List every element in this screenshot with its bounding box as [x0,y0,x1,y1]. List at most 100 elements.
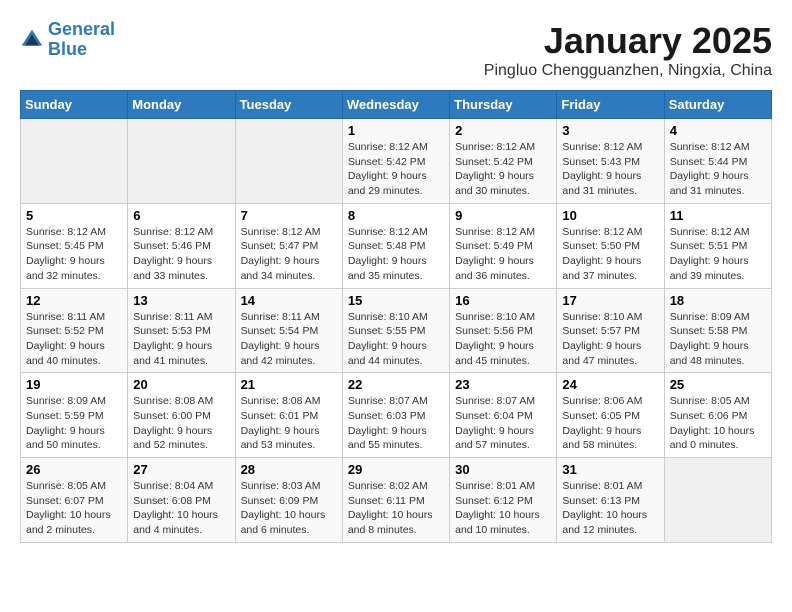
day-number: 1 [348,123,444,138]
day-number: 13 [133,293,229,308]
day-info: Sunrise: 8:01 AMSunset: 6:12 PMDaylight:… [455,479,551,538]
calendar-cell: 27 Sunrise: 8:04 AMSunset: 6:08 PMDaylig… [128,458,235,543]
calendar-cell: 31 Sunrise: 8:01 AMSunset: 6:13 PMDaylig… [557,458,664,543]
day-info: Sunrise: 8:01 AMSunset: 6:13 PMDaylight:… [562,479,658,538]
day-info: Sunrise: 8:07 AMSunset: 6:04 PMDaylight:… [455,394,551,453]
day-number: 27 [133,462,229,477]
calendar-title: January 2025 [484,20,772,62]
calendar-cell: 9 Sunrise: 8:12 AMSunset: 5:49 PMDayligh… [450,203,557,288]
calendar-cell: 28 Sunrise: 8:03 AMSunset: 6:09 PMDaylig… [235,458,342,543]
calendar-cell: 6 Sunrise: 8:12 AMSunset: 5:46 PMDayligh… [128,203,235,288]
day-number: 26 [26,462,122,477]
calendar-week-row: 19 Sunrise: 8:09 AMSunset: 5:59 PMDaylig… [21,373,772,458]
calendar-week-row: 1 Sunrise: 8:12 AMSunset: 5:42 PMDayligh… [21,119,772,204]
calendar-cell: 14 Sunrise: 8:11 AMSunset: 5:54 PMDaylig… [235,288,342,373]
weekday-header: Sunday [21,91,128,119]
day-info: Sunrise: 8:12 AMSunset: 5:51 PMDaylight:… [670,225,766,284]
calendar-cell: 23 Sunrise: 8:07 AMSunset: 6:04 PMDaylig… [450,373,557,458]
weekday-header: Thursday [450,91,557,119]
calendar-week-row: 5 Sunrise: 8:12 AMSunset: 5:45 PMDayligh… [21,203,772,288]
weekday-header: Monday [128,91,235,119]
day-number: 22 [348,377,444,392]
calendar-cell: 7 Sunrise: 8:12 AMSunset: 5:47 PMDayligh… [235,203,342,288]
day-number: 12 [26,293,122,308]
weekday-header-row: SundayMondayTuesdayWednesdayThursdayFrid… [21,91,772,119]
day-info: Sunrise: 8:11 AMSunset: 5:54 PMDaylight:… [241,310,337,369]
day-info: Sunrise: 8:12 AMSunset: 5:44 PMDaylight:… [670,140,766,199]
weekday-header: Friday [557,91,664,119]
day-number: 28 [241,462,337,477]
day-info: Sunrise: 8:12 AMSunset: 5:46 PMDaylight:… [133,225,229,284]
calendar-subtitle: Pingluo Chengguanzhen, Ningxia, China [484,62,772,80]
day-number: 19 [26,377,122,392]
day-info: Sunrise: 8:05 AMSunset: 6:07 PMDaylight:… [26,479,122,538]
logo-text: General Blue [48,20,115,60]
calendar-cell: 26 Sunrise: 8:05 AMSunset: 6:07 PMDaylig… [21,458,128,543]
calendar-cell: 30 Sunrise: 8:01 AMSunset: 6:12 PMDaylig… [450,458,557,543]
day-number: 31 [562,462,658,477]
calendar-week-row: 12 Sunrise: 8:11 AMSunset: 5:52 PMDaylig… [21,288,772,373]
calendar-cell: 4 Sunrise: 8:12 AMSunset: 5:44 PMDayligh… [664,119,771,204]
day-number: 5 [26,208,122,223]
day-number: 2 [455,123,551,138]
calendar-cell: 3 Sunrise: 8:12 AMSunset: 5:43 PMDayligh… [557,119,664,204]
calendar-cell: 1 Sunrise: 8:12 AMSunset: 5:42 PMDayligh… [342,119,449,204]
day-info: Sunrise: 8:12 AMSunset: 5:42 PMDaylight:… [455,140,551,199]
day-info: Sunrise: 8:05 AMSunset: 6:06 PMDaylight:… [670,394,766,453]
day-number: 8 [348,208,444,223]
calendar-cell: 21 Sunrise: 8:08 AMSunset: 6:01 PMDaylig… [235,373,342,458]
day-number: 9 [455,208,551,223]
day-number: 16 [455,293,551,308]
day-info: Sunrise: 8:09 AMSunset: 5:59 PMDaylight:… [26,394,122,453]
page-header: General Blue January 2025 Pingluo Chengg… [20,20,772,80]
calendar-table: SundayMondayTuesdayWednesdayThursdayFrid… [20,90,772,543]
day-info: Sunrise: 8:12 AMSunset: 5:42 PMDaylight:… [348,140,444,199]
day-info: Sunrise: 8:10 AMSunset: 5:57 PMDaylight:… [562,310,658,369]
day-number: 11 [670,208,766,223]
weekday-header: Tuesday [235,91,342,119]
calendar-cell: 13 Sunrise: 8:11 AMSunset: 5:53 PMDaylig… [128,288,235,373]
calendar-cell: 24 Sunrise: 8:06 AMSunset: 6:05 PMDaylig… [557,373,664,458]
day-info: Sunrise: 8:08 AMSunset: 6:00 PMDaylight:… [133,394,229,453]
calendar-cell: 17 Sunrise: 8:10 AMSunset: 5:57 PMDaylig… [557,288,664,373]
calendar-cell: 12 Sunrise: 8:11 AMSunset: 5:52 PMDaylig… [21,288,128,373]
day-info: Sunrise: 8:06 AMSunset: 6:05 PMDaylight:… [562,394,658,453]
logo-icon [20,28,44,52]
day-info: Sunrise: 8:11 AMSunset: 5:52 PMDaylight:… [26,310,122,369]
day-info: Sunrise: 8:12 AMSunset: 5:50 PMDaylight:… [562,225,658,284]
day-number: 7 [241,208,337,223]
calendar-cell: 22 Sunrise: 8:07 AMSunset: 6:03 PMDaylig… [342,373,449,458]
day-number: 17 [562,293,658,308]
day-number: 3 [562,123,658,138]
calendar-cell: 18 Sunrise: 8:09 AMSunset: 5:58 PMDaylig… [664,288,771,373]
day-info: Sunrise: 8:12 AMSunset: 5:49 PMDaylight:… [455,225,551,284]
day-info: Sunrise: 8:11 AMSunset: 5:53 PMDaylight:… [133,310,229,369]
day-info: Sunrise: 8:08 AMSunset: 6:01 PMDaylight:… [241,394,337,453]
day-info: Sunrise: 8:07 AMSunset: 6:03 PMDaylight:… [348,394,444,453]
calendar-cell: 25 Sunrise: 8:05 AMSunset: 6:06 PMDaylig… [664,373,771,458]
calendar-cell [664,458,771,543]
calendar-cell: 15 Sunrise: 8:10 AMSunset: 5:55 PMDaylig… [342,288,449,373]
day-number: 15 [348,293,444,308]
logo: General Blue [20,20,115,60]
calendar-cell: 11 Sunrise: 8:12 AMSunset: 5:51 PMDaylig… [664,203,771,288]
weekday-header: Wednesday [342,91,449,119]
calendar-cell: 5 Sunrise: 8:12 AMSunset: 5:45 PMDayligh… [21,203,128,288]
calendar-cell: 10 Sunrise: 8:12 AMSunset: 5:50 PMDaylig… [557,203,664,288]
day-number: 18 [670,293,766,308]
day-info: Sunrise: 8:12 AMSunset: 5:43 PMDaylight:… [562,140,658,199]
calendar-cell: 29 Sunrise: 8:02 AMSunset: 6:11 PMDaylig… [342,458,449,543]
day-info: Sunrise: 8:03 AMSunset: 6:09 PMDaylight:… [241,479,337,538]
day-number: 30 [455,462,551,477]
day-number: 4 [670,123,766,138]
day-info: Sunrise: 8:04 AMSunset: 6:08 PMDaylight:… [133,479,229,538]
calendar-cell: 2 Sunrise: 8:12 AMSunset: 5:42 PMDayligh… [450,119,557,204]
calendar-week-row: 26 Sunrise: 8:05 AMSunset: 6:07 PMDaylig… [21,458,772,543]
calendar-cell [235,119,342,204]
title-block: January 2025 Pingluo Chengguanzhen, Ning… [484,20,772,80]
day-number: 20 [133,377,229,392]
day-number: 14 [241,293,337,308]
day-info: Sunrise: 8:12 AMSunset: 5:48 PMDaylight:… [348,225,444,284]
calendar-cell: 8 Sunrise: 8:12 AMSunset: 5:48 PMDayligh… [342,203,449,288]
day-number: 23 [455,377,551,392]
